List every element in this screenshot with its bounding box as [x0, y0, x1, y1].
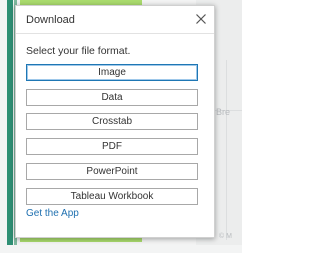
- image-format-button[interactable]: Image: [26, 64, 198, 81]
- powerpoint-format-button[interactable]: PowerPoint: [26, 163, 198, 180]
- dialog-header: Download: [16, 6, 214, 34]
- download-dialog: Download Select your file format. Image …: [15, 5, 215, 238]
- map-road: [226, 60, 227, 240]
- crosstab-format-button[interactable]: Crosstab: [26, 113, 198, 130]
- chart-strip: [7, 0, 13, 245]
- tableau-workbook-format-button[interactable]: Tableau Workbook: [26, 188, 198, 205]
- map-label: Bre: [216, 107, 231, 117]
- pdf-format-button[interactable]: PDF: [26, 138, 198, 155]
- data-format-button[interactable]: Data: [26, 89, 198, 106]
- instruction-text: Select your file format.: [26, 45, 131, 57]
- get-the-app-link[interactable]: Get the App: [26, 208, 79, 219]
- map-attribution: © M: [219, 233, 232, 240]
- dialog-title: Download: [26, 14, 75, 26]
- close-icon[interactable]: [194, 12, 208, 26]
